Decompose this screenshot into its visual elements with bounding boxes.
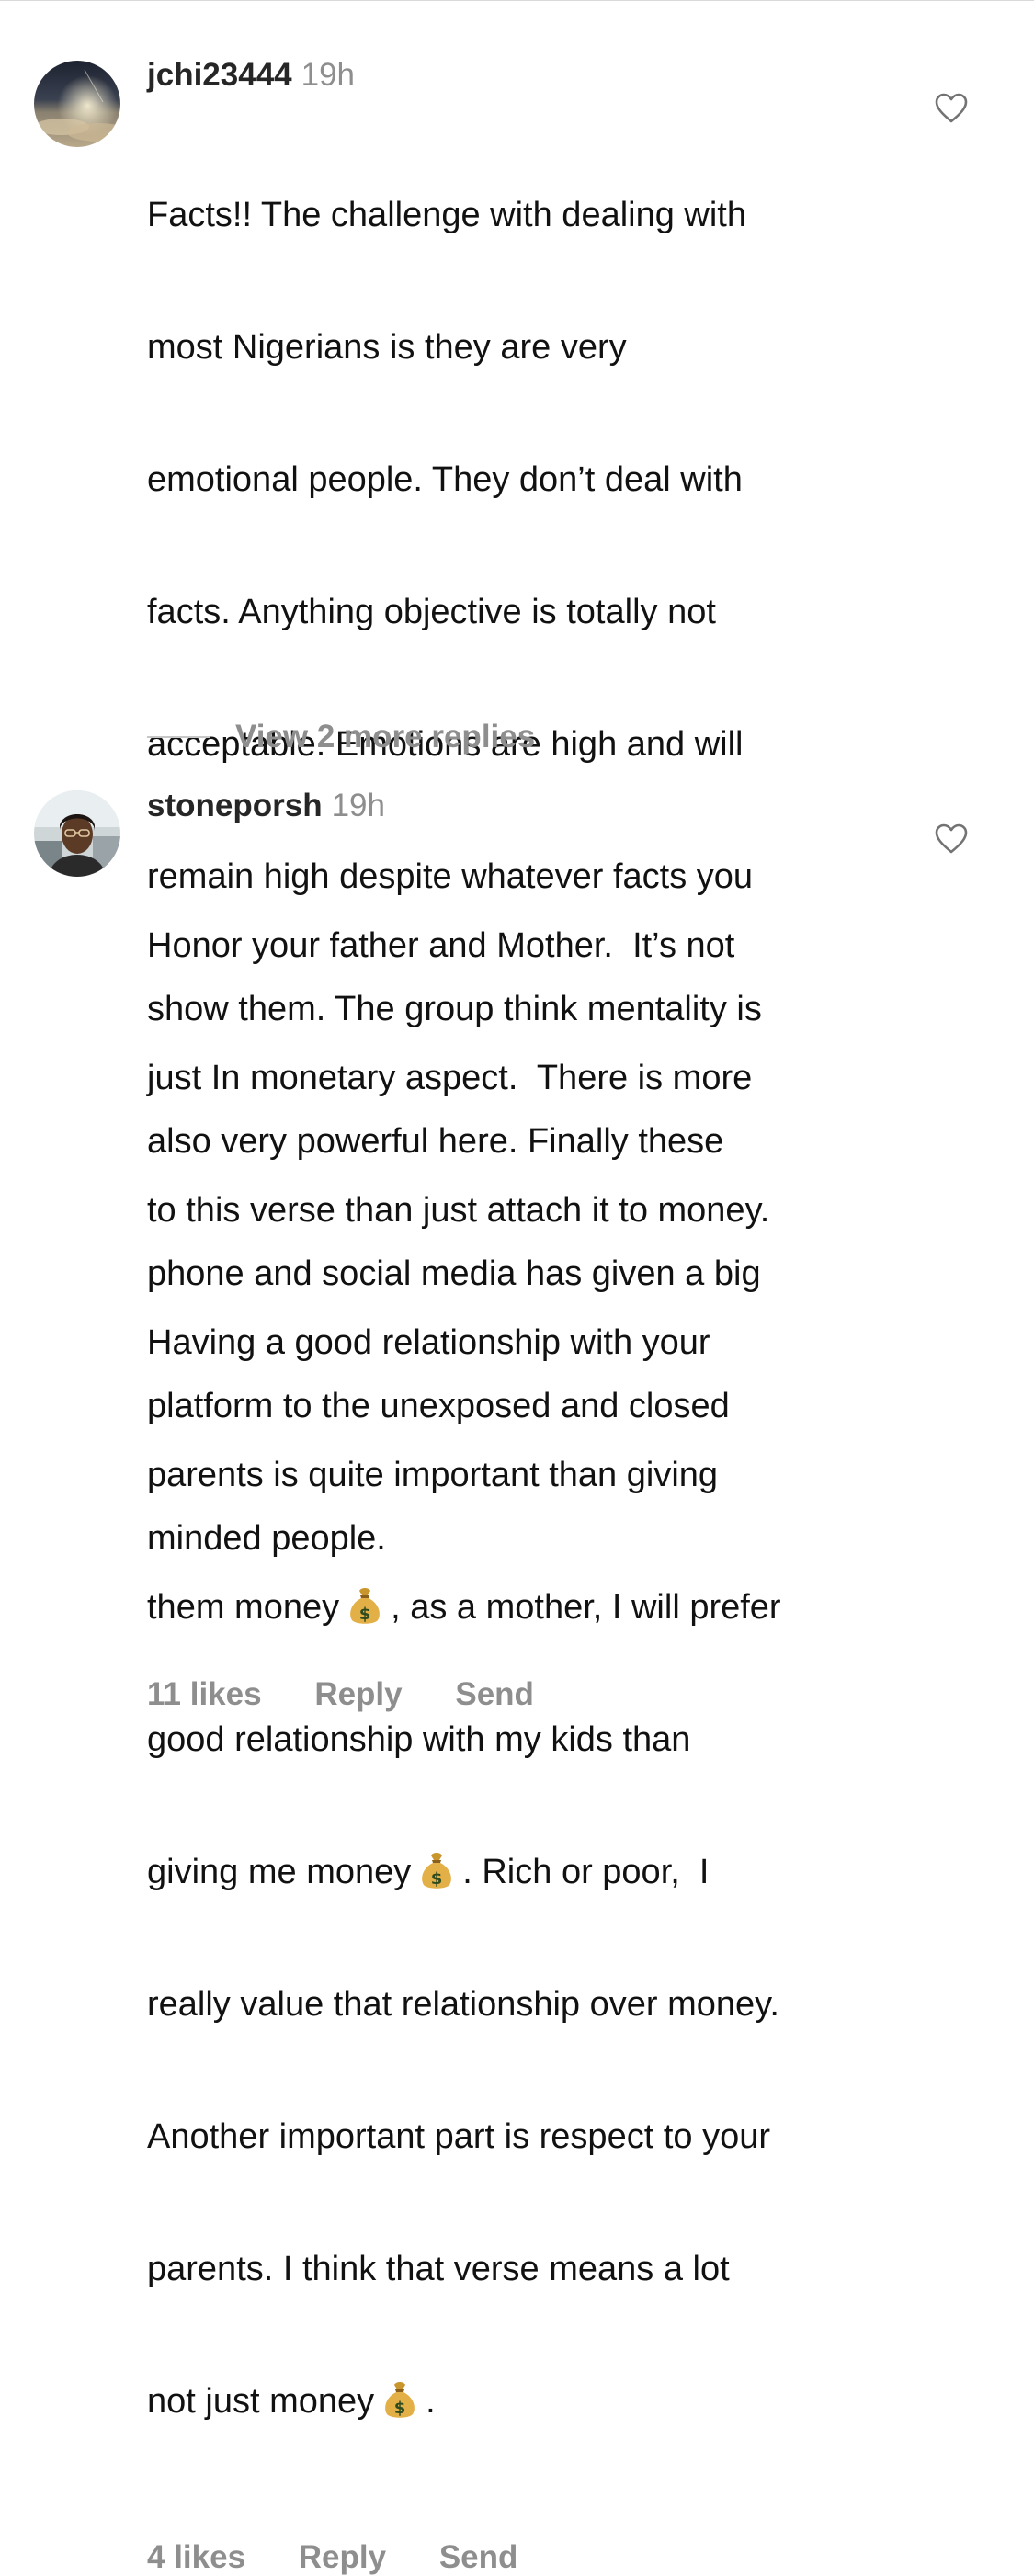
comment-line: parents. I think that verse means a lot [147, 2250, 730, 2288]
timestamp: 19h [331, 788, 385, 823]
username[interactable]: jchi23444 [147, 57, 292, 93]
money-bag-emoji-icon: $ [385, 2382, 415, 2418]
comment-header: jchi23444 19h [147, 55, 882, 96]
comment-line-part: not just money [147, 2382, 375, 2421]
comment-text: Honor your father and Mother. It’s not j… [147, 835, 882, 2512]
svg-text:$: $ [394, 2399, 406, 2418]
send-button[interactable]: Send [439, 2539, 518, 2575]
top-divider [0, 0, 1034, 1]
comment-line: Having a good relationship with your [147, 1323, 710, 1362]
comment-actions: 4 likes Reply Send [147, 2539, 882, 2576]
comment-line: them money $ , as a mother, I will prefer [147, 1585, 882, 1629]
username[interactable]: stoneporsh [147, 788, 323, 823]
view-replies-label[interactable]: View 2 more replies [235, 717, 535, 757]
svg-text:$: $ [431, 1869, 443, 1889]
comment-line: Honor your father and Mother. It’s not [147, 926, 735, 965]
comment-line: Facts!! The challenge with dealing with [147, 196, 746, 234]
comment-line: facts. Anything objective is totally not [147, 593, 716, 631]
comment-line-part: them money [147, 1588, 340, 1627]
comment-line: just In monetary aspect. There is more [147, 1059, 753, 1097]
likes-count[interactable]: 4 likes [147, 2539, 245, 2575]
comment-line: really value that relationship over mone… [147, 1985, 779, 2024]
comment-line: giving me money $ . Rich or poor, I [147, 1850, 882, 1894]
timestamp: 19h [301, 57, 356, 93]
avatar-stoneporsh[interactable] [34, 790, 120, 877]
comment-line: not just money $. [147, 2379, 882, 2423]
comment-line-part: giving me money [147, 1853, 412, 1891]
comment-line: to this verse than just attach it to mon… [147, 1191, 770, 1230]
avatar-jchi23444[interactable] [34, 61, 120, 147]
comment-content: stoneporsh 19h Honor your father and Moth… [147, 786, 882, 2576]
money-bag-emoji-icon: $ [422, 1853, 452, 1889]
comment-header: stoneporsh 19h [147, 786, 882, 826]
replies-divider [147, 736, 210, 738]
money-bag-emoji-icon: $ [350, 1588, 380, 1624]
comment-line-part: , as a mother, I will prefer [391, 1588, 781, 1627]
comment-line: parents is quite important than giving [147, 1456, 719, 1494]
heart-icon[interactable] [935, 823, 968, 855]
comment-line: good relationship with my kids than [147, 1720, 691, 1759]
comment-line: most Nigerians is they are very [147, 328, 627, 367]
comment-line-part: . [426, 2382, 436, 2421]
comment-line: Another important part is respect to you… [147, 2117, 770, 2156]
comment-line-part: . Rich or poor, I [462, 1853, 710, 1891]
svg-text:$: $ [359, 1605, 371, 1624]
heart-icon[interactable] [935, 93, 968, 124]
reply-button[interactable]: Reply [299, 2539, 386, 2575]
comment-line: emotional people. They don’t deal with [147, 460, 743, 499]
view-more-replies[interactable]: View 2 more replies [147, 717, 790, 757]
